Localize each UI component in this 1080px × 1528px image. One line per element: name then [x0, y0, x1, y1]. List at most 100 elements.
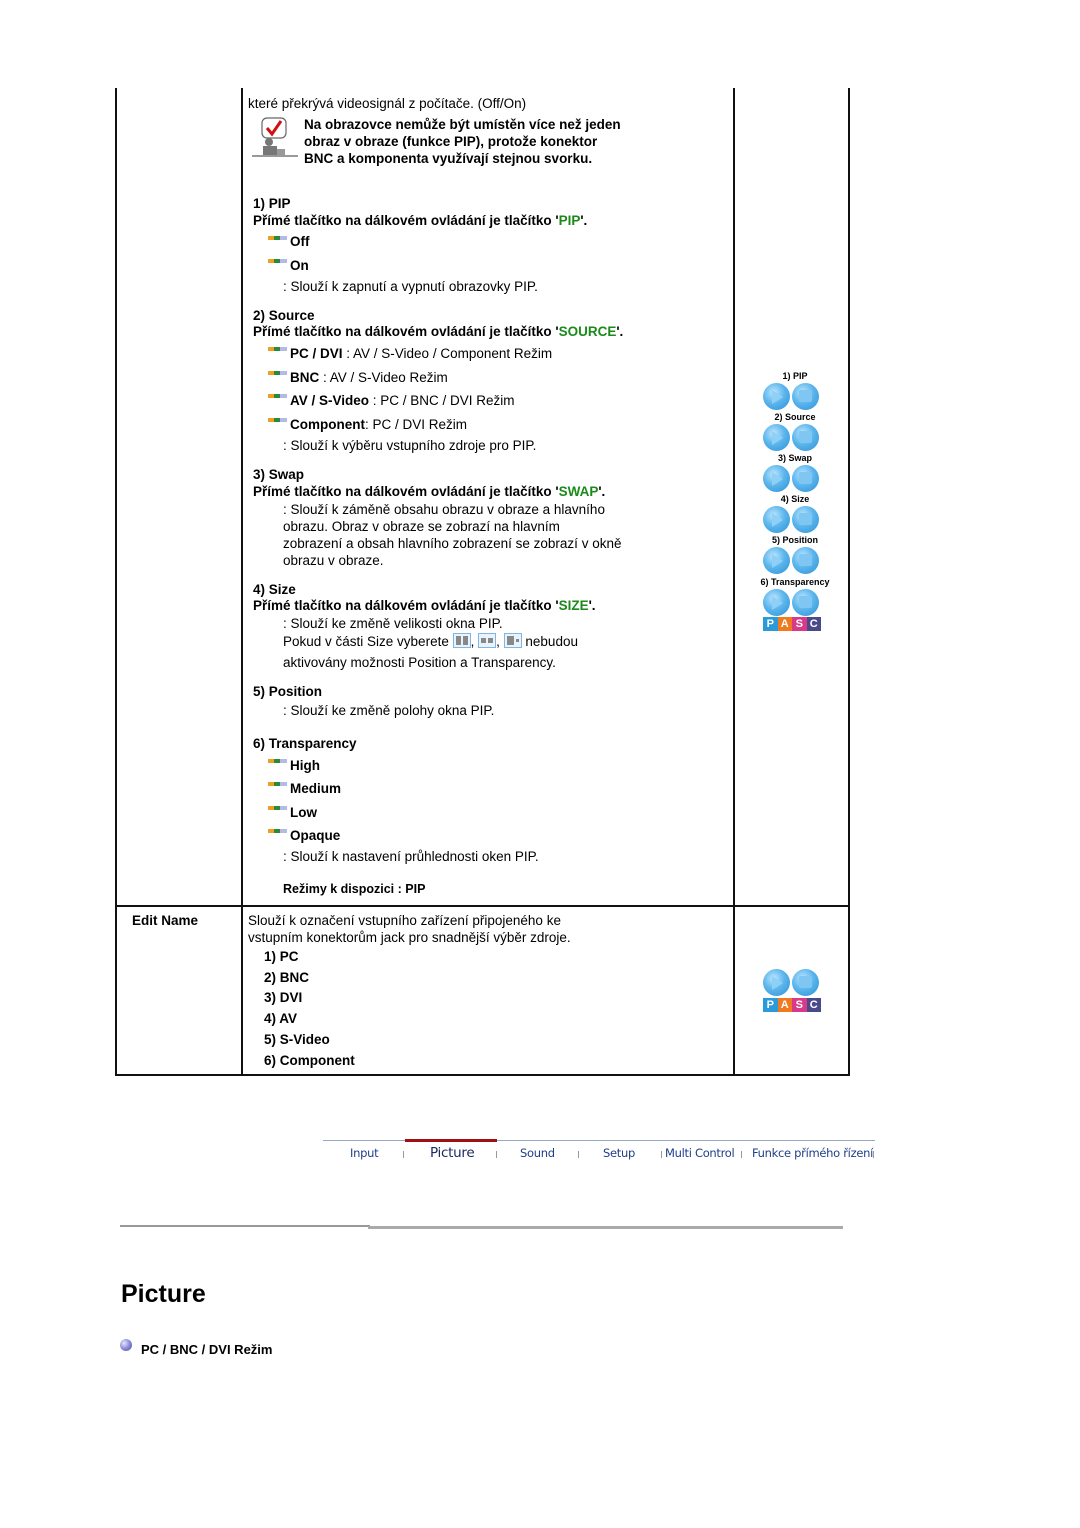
remote-label-size: 4) Size	[780, 494, 810, 504]
nav-separator	[496, 1151, 497, 1158]
remote-label-source: 2) Source	[774, 412, 816, 422]
table-row-divider	[115, 905, 850, 907]
option-on: On	[290, 258, 309, 273]
play-icon	[763, 969, 790, 996]
nav-separator	[578, 1151, 579, 1158]
nav-tab-direct-control[interactable]: Funkce přímého řízení	[752, 1146, 873, 1160]
transparency-desc: : Slouží k nastavení průhlednosti oken P…	[283, 849, 539, 864]
remote-buttons-position	[763, 547, 821, 575]
swap-desc-3: zobrazení a obsah hlavního zobrazení se …	[283, 536, 622, 551]
size-desc-prefix: Pokud v části Size vyberete	[283, 634, 453, 649]
nav-tab-input[interactable]: Input	[350, 1146, 379, 1160]
nav-tab-picture[interactable]: Picture	[430, 1145, 475, 1161]
remote-label-pip: 1) PIP	[782, 371, 808, 381]
stop-icon	[792, 383, 819, 410]
source-option-value: : PC / BNC / DVI Režim	[369, 393, 515, 408]
nav-active-indicator	[405, 1139, 497, 1142]
pasc-a: A	[777, 998, 792, 1012]
pasc-c: C	[806, 998, 821, 1012]
bullet-icon	[268, 418, 288, 423]
edit-name-desc-1: Slouží k označení vstupního zařízení při…	[248, 913, 561, 928]
size-desc-3: aktivovány možnosti Position a Transpare…	[283, 655, 556, 670]
direct-prefix: Přímé tlačítko na dálkovém ovládání je t…	[253, 598, 559, 613]
position-title: 5) Position	[253, 684, 323, 699]
stop-icon	[792, 465, 819, 492]
play-icon	[763, 424, 790, 451]
swap-title: 3) Swap	[253, 467, 305, 482]
edit-name-item: 2) BNC	[264, 970, 310, 985]
pasc-p: P	[763, 998, 778, 1012]
direct-suffix: '.	[580, 213, 588, 228]
size-desc-2: Pokud v části Size vyberete , , nebudou	[283, 633, 578, 650]
play-icon	[763, 383, 790, 410]
stop-icon	[792, 589, 819, 616]
table-border-col1	[241, 88, 243, 1076]
direct-suffix: '.	[588, 598, 596, 613]
section-divider	[120, 1225, 370, 1227]
edit-name-label: Edit Name	[132, 913, 199, 928]
pasc-logo: P A S C	[763, 617, 821, 631]
play-icon	[763, 465, 790, 492]
nav-tab-sound[interactable]: Sound	[520, 1146, 555, 1160]
pasc-c: C	[806, 617, 821, 631]
option-medium: Medium	[290, 781, 342, 796]
remote-label-position: 5) Position	[771, 535, 818, 545]
edit-name-item: 6) Component	[264, 1053, 355, 1068]
size-desc-1: : Slouží ke změně velikosti okna PIP.	[283, 616, 503, 631]
edit-name-item: 5) S-Video	[264, 1032, 330, 1047]
note-line-2: obraz v obraze (funkce PIP), protože kon…	[304, 134, 598, 149]
direct-key: PIP	[558, 213, 581, 228]
bullet-icon	[268, 782, 288, 787]
source-option-value: : AV / S-Video / Component Režim	[342, 346, 553, 361]
separator: ,	[470, 634, 475, 649]
table-border-left	[115, 88, 117, 1076]
size-direct-key: Přímé tlačítko na dálkovém ovládání je t…	[253, 597, 596, 614]
direct-suffix: '.	[598, 484, 606, 499]
bullet-sphere-icon	[120, 1339, 132, 1351]
direct-suffix: '.	[616, 324, 624, 339]
direct-prefix: Přímé tlačítko na dálkovém ovládání je t…	[253, 324, 559, 339]
play-icon	[763, 506, 790, 533]
bullet-icon	[268, 259, 288, 264]
remote-label-swap: 3) Swap	[777, 453, 812, 463]
remote-buttons-size	[763, 506, 821, 534]
size-side-icon	[503, 633, 522, 648]
transparency-title: 6) Transparency	[253, 736, 357, 751]
bullet-icon	[268, 236, 288, 241]
pip-desc: : Slouží k zapnutí a vypnutí obrazovky P…	[283, 279, 538, 294]
pasc-logo: P A S C	[763, 998, 821, 1012]
swap-desc-1: : Slouží k záměně obsahu obrazu v obraze…	[283, 502, 605, 517]
available-modes: Režimy k dispozici : PIP	[283, 882, 426, 896]
remote-buttons-pip	[763, 383, 821, 411]
nav-separator	[741, 1151, 742, 1158]
pip-direct-key: Přímé tlačítko na dálkovém ovládání je t…	[253, 212, 587, 229]
source-desc: : Slouží k výběru vstupního zdroje pro P…	[283, 438, 537, 453]
source-option-label: PC / DVI	[290, 346, 343, 361]
option-low: Low	[290, 805, 317, 820]
source-option: Component: PC / DVI Režim	[290, 416, 467, 433]
table-border-bottom	[115, 1074, 850, 1076]
remote-buttons-edit-name	[763, 969, 821, 997]
nav-tab-multi-control[interactable]: Multi Control	[665, 1146, 735, 1160]
source-option: AV / S-Video : PC / BNC / DVI Režim	[290, 392, 515, 409]
bullet-icon	[268, 829, 288, 834]
remote-buttons-swap	[763, 465, 821, 493]
source-option-value: : AV / S-Video Režim	[319, 370, 448, 385]
size-double-icon	[452, 633, 471, 648]
pasc-s: S	[792, 617, 807, 631]
swap-desc-2: obrazu. Obraz v obraze se zobrazí na hla…	[283, 519, 560, 534]
edit-name-item: 3) DVI	[264, 990, 303, 1005]
size-desc-suffix: nebudou	[521, 634, 578, 649]
option-opaque: Opaque	[290, 828, 341, 843]
nav-tab-setup[interactable]: Setup	[603, 1146, 635, 1160]
source-direct-key: Přímé tlačítko na dálkovém ovládání je t…	[253, 323, 623, 340]
stop-icon	[792, 547, 819, 574]
stop-icon	[792, 969, 819, 996]
direct-prefix: Přímé tlačítko na dálkovém ovládání je t…	[253, 484, 559, 499]
direct-key: SOURCE	[558, 324, 617, 339]
remote-buttons-transparency	[763, 589, 821, 617]
nav-separator	[661, 1151, 662, 1158]
section-divider	[368, 1226, 843, 1229]
edit-name-desc-2: vstupním konektorům jack pro snadnější v…	[248, 930, 571, 945]
pip-intro: které překrývá videosignál z počítače. (…	[248, 96, 527, 111]
